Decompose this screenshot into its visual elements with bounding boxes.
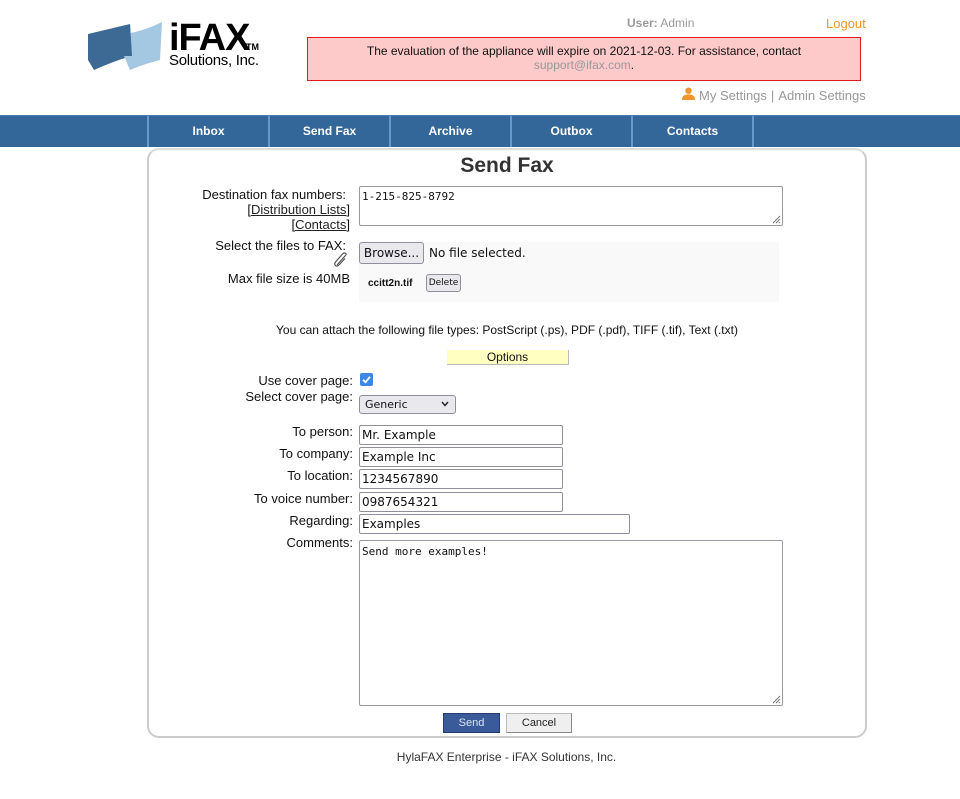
- comments-textarea[interactable]: Send more examples!: [359, 540, 783, 706]
- chevron-down-icon: [441, 401, 449, 407]
- destination-fax-input[interactable]: 1-215-825-8792: [359, 186, 783, 226]
- to-company-input[interactable]: Example Inc: [359, 447, 563, 467]
- browse-button[interactable]: Browse...: [359, 242, 424, 264]
- regarding-input[interactable]: Examples: [359, 514, 630, 534]
- alert-suffix: .: [630, 58, 635, 72]
- paperclip-icon: [334, 252, 347, 267]
- contacts-row: [Contacts]: [291, 217, 350, 232]
- support-email-link[interactable]: support@ifax.com: [534, 58, 631, 72]
- company-logo: iFAX TM Solutions, Inc.: [86, 19, 276, 75]
- to-person-input[interactable]: Mr. Example: [359, 425, 563, 445]
- to-location-label: To location:: [287, 468, 353, 483]
- use-cover-page-checkbox[interactable]: [360, 373, 373, 386]
- to-company-label: To company:: [279, 446, 353, 461]
- logout-link[interactable]: Logout: [826, 16, 866, 31]
- contacts-link[interactable]: Contacts: [295, 217, 346, 232]
- send-fax-panel: Send Fax Destination fax numbers: [Distr…: [147, 148, 867, 738]
- file-upload-area: Browse... No file selected. ccitt2n.tif …: [359, 242, 779, 302]
- main-navbar: Inbox Send Fax Archive Outbox Contacts: [0, 115, 960, 147]
- my-settings-link[interactable]: My Settings: [699, 88, 767, 103]
- cancel-button[interactable]: Cancel: [506, 713, 572, 733]
- logo-graphic-icon: [88, 22, 162, 70]
- to-person-label: To person:: [292, 424, 353, 439]
- attached-file-name: ccitt2n.tif: [368, 278, 413, 289]
- to-voice-number-label: To voice number:: [254, 491, 353, 506]
- footer-text: HylaFAX Enterprise - iFAX Solutions, Inc…: [396, 750, 617, 764]
- settings-links: My Settings | Admin Settings: [682, 87, 866, 103]
- options-header[interactable]: Options: [447, 350, 569, 365]
- nav-tab-outbox[interactable]: Outbox: [512, 116, 633, 147]
- admin-settings-link[interactable]: Admin Settings: [778, 88, 865, 103]
- cover-page-selected-value: Generic: [365, 398, 408, 411]
- to-voice-number-input[interactable]: 0987654321: [359, 492, 563, 512]
- allowed-filetypes-text: You can attach the following file types:…: [276, 323, 738, 337]
- max-file-size-label: Max file size is 40MB: [227, 271, 350, 286]
- user-label: User:: [627, 16, 658, 30]
- comments-label: Comments:: [286, 535, 353, 550]
- user-info: User: Admin: [627, 16, 694, 30]
- cover-page-select[interactable]: Generic: [359, 395, 456, 414]
- destination-label: Destination fax numbers:: [202, 187, 346, 202]
- nav-tab-send-fax[interactable]: Send Fax: [270, 116, 391, 147]
- user-icon: [682, 87, 695, 100]
- regarding-label: Regarding:: [289, 513, 353, 528]
- logo-subtitle: Solutions, Inc.: [169, 52, 259, 69]
- send-button[interactable]: Send: [443, 713, 500, 733]
- page-title: Send Fax: [460, 154, 554, 177]
- settings-separator: |: [770, 88, 775, 103]
- delete-file-button[interactable]: Delete: [426, 274, 461, 292]
- to-location-input[interactable]: 1234567890: [359, 469, 563, 489]
- evaluation-alert: The evaluation of the appliance will exp…: [307, 37, 861, 81]
- distribution-lists-link[interactable]: Distribution Lists: [251, 202, 346, 217]
- logo-trademark: TM: [246, 42, 259, 52]
- nav-tab-archive[interactable]: Archive: [391, 116, 512, 147]
- nav-tab-contacts[interactable]: Contacts: [633, 116, 754, 147]
- checkmark-icon: [362, 376, 371, 384]
- select-files-label: Select the files to FAX:: [215, 238, 346, 253]
- select-cover-page-label: Select cover page:: [245, 389, 353, 404]
- nav-tab-inbox[interactable]: Inbox: [149, 116, 270, 147]
- alert-message: The evaluation of the appliance will exp…: [366, 44, 802, 58]
- resize-grip-icon[interactable]: [771, 214, 781, 224]
- no-file-selected-text: No file selected.: [429, 246, 526, 260]
- user-name: Admin: [660, 16, 695, 30]
- use-cover-page-label: Use cover page:: [258, 373, 353, 388]
- resize-grip-icon[interactable]: [771, 694, 781, 704]
- distribution-lists-row: [Distribution Lists]: [247, 202, 350, 217]
